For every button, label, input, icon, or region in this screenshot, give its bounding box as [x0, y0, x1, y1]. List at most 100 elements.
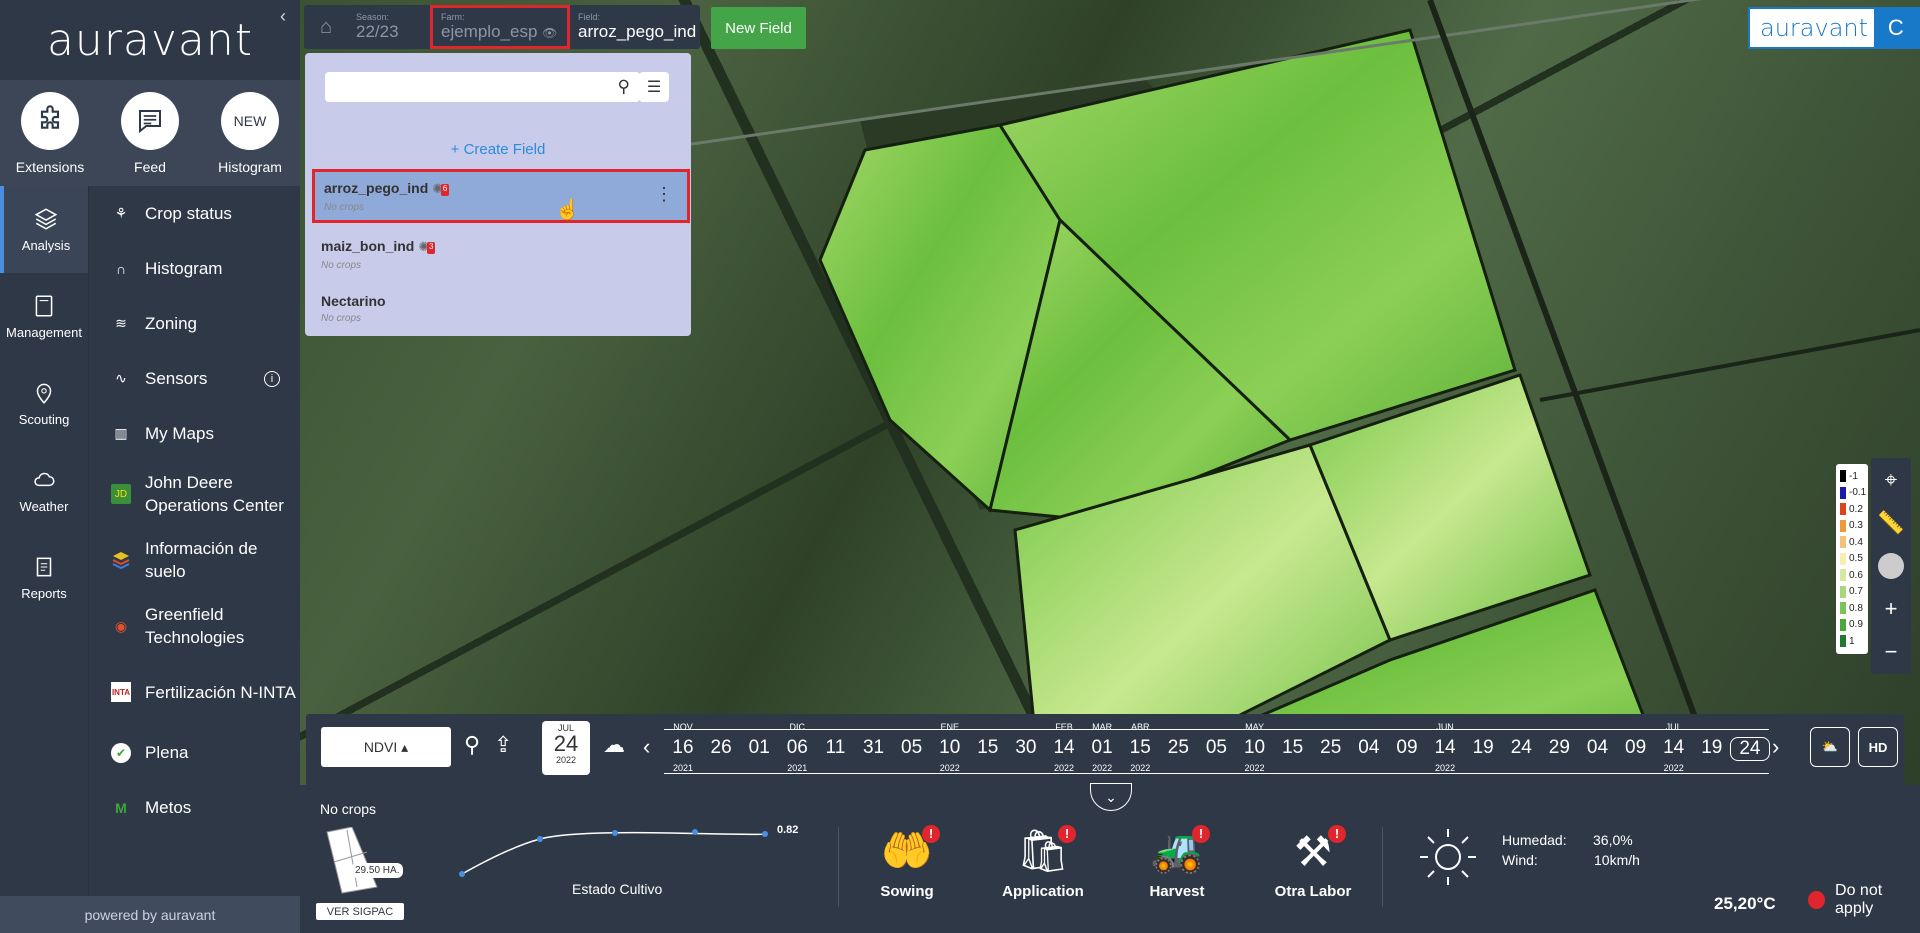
timeline-date[interactable]: ENE 10 2022: [935, 722, 965, 773]
extensions-button[interactable]: Extensions: [5, 92, 95, 175]
location-pin-icon[interactable]: ⌖: [1871, 458, 1911, 501]
menu-fertilizacion[interactable]: INTA Fertilización N-INTA: [89, 659, 300, 725]
brand-corner[interactable]: auravant C: [1748, 7, 1920, 49]
current-date[interactable]: JUL 24 2022: [542, 721, 590, 775]
timeline-date[interactable]: 15: [973, 722, 1003, 763]
timeline-date[interactable]: MAY 10 2022: [1240, 722, 1270, 773]
category-reports[interactable]: Reports: [0, 534, 88, 621]
search-icon[interactable]: ⚲: [464, 732, 480, 758]
category-weather[interactable]: Weather: [0, 447, 88, 534]
field-selector[interactable]: Field: arroz_pego_ind: [570, 5, 700, 49]
timeline-date[interactable]: FEB 14 2022: [1049, 722, 1079, 773]
zoom-in-icon[interactable]: +: [1871, 587, 1911, 630]
field-row-nectarino[interactable]: Nectarino No crops: [305, 283, 691, 337]
compare-icon[interactable]: [1871, 544, 1911, 587]
ruler-icon[interactable]: 📏: [1871, 501, 1911, 544]
zoom-out-icon[interactable]: −: [1871, 630, 1911, 673]
timeline-date[interactable]: 05: [897, 722, 927, 763]
timeline-next-icon[interactable]: ›: [1772, 734, 1779, 760]
eye-icon[interactable]: 👁: [542, 26, 557, 40]
field-row-arroz[interactable]: arroz_pego_ind ✺6 No crops ⋮: [312, 169, 690, 223]
timeline-date[interactable]: NOV 16 2021: [668, 722, 698, 773]
ver-sigpac-button[interactable]: VER SIGPAC: [316, 903, 404, 920]
timeline-date[interactable]: 05: [1201, 722, 1231, 763]
legend-swatch: [1840, 486, 1846, 499]
timeline-date[interactable]: 24: [1506, 722, 1536, 763]
timeline-date[interactable]: 19: [1468, 722, 1498, 763]
legend-swatch: [1840, 635, 1846, 648]
timeline-date[interactable]: 04: [1582, 722, 1612, 763]
category-analysis[interactable]: Analysis: [0, 186, 88, 273]
timeline-date[interactable]: MAR 01 2022: [1087, 722, 1117, 773]
search-icon[interactable]: ⚲: [618, 77, 630, 97]
kebab-menu-icon[interactable]: ⋮: [655, 184, 673, 205]
home-icon[interactable]: ⌂: [304, 5, 348, 49]
farm-selector[interactable]: Farm: ejemplo_esp 👁: [430, 5, 570, 49]
feed-button[interactable]: Feed: [105, 92, 195, 175]
greenfield-icon: ◉: [114, 617, 128, 634]
menu-my-maps[interactable]: ▥ My Maps: [89, 406, 300, 461]
menu-metos[interactable]: M Metos: [89, 780, 300, 835]
timeline-date[interactable]: 15: [1278, 722, 1308, 763]
menu-soil-info[interactable]: Información de suelo: [89, 527, 300, 593]
field-search-input[interactable]: ⚲: [325, 72, 640, 102]
menu-zoning[interactable]: ≋ Zoning: [89, 296, 300, 351]
menu-histogram[interactable]: ∩ Histogram: [89, 241, 300, 296]
menu-crop-status[interactable]: ⚘ Crop status: [89, 186, 300, 241]
collapse-sidebar-icon[interactable]: ‹: [280, 6, 286, 27]
timeline-date[interactable]: 09: [1392, 722, 1422, 763]
apply-status: Do not apply: [1808, 882, 1920, 918]
category-management[interactable]: Management: [0, 273, 88, 360]
info-icon[interactable]: i: [264, 370, 280, 387]
cloud-off-icon[interactable]: ⛅: [1810, 727, 1850, 767]
timeline-date[interactable]: 25: [1316, 722, 1346, 763]
inta-icon: INTA: [111, 682, 131, 702]
field-shape-icon: [326, 827, 378, 894]
alert-icon: !: [922, 825, 940, 843]
timeline-date[interactable]: 31: [859, 722, 889, 763]
book-icon: [35, 295, 53, 317]
timeline-date[interactable]: 19: [1697, 722, 1727, 763]
timeline-prev-icon[interactable]: ‹: [643, 734, 650, 760]
feed-icon: [121, 92, 179, 150]
hd-button[interactable]: HD: [1858, 727, 1898, 767]
menu-plena[interactable]: ✔ Plena: [89, 725, 300, 780]
index-selector[interactable]: NDVI ▴: [321, 727, 451, 767]
timeline-date[interactable]: ABR 15 2022: [1125, 722, 1155, 773]
timeline-date[interactable]: 04: [1354, 722, 1384, 763]
otra-labor-button[interactable]: ⚒! Otra Labor: [1258, 825, 1368, 900]
sidebar: auravant ‹ Extensions Feed NEW Histogram…: [0, 0, 300, 933]
season-selector[interactable]: Season: 22/23: [348, 5, 430, 49]
menu-john-deere[interactable]: JD John Deere Operations Center: [89, 461, 300, 527]
legend-item: 1: [1836, 633, 1868, 650]
histogram-top-button[interactable]: NEW Histogram: [205, 92, 295, 175]
field-row-maiz[interactable]: maiz_bon_ind ✺3 No crops: [305, 228, 691, 282]
timeline-date[interactable]: 09: [1621, 722, 1651, 763]
new-field-button[interactable]: New Field: [711, 7, 806, 49]
category-scouting[interactable]: Scouting: [0, 360, 88, 447]
timeline-date[interactable]: JUN 14 2022: [1430, 722, 1460, 773]
menu-greenfield[interactable]: ◉ Greenfield Technologies: [89, 593, 300, 659]
timeline-date[interactable]: 11: [820, 722, 850, 763]
cloud-filter-icon[interactable]: ☁: [603, 732, 625, 758]
list-view-icon[interactable]: ☰: [639, 72, 669, 102]
timeline-date[interactable]: 29: [1544, 722, 1574, 763]
timeline-date[interactable]: 01: [744, 722, 774, 763]
alert-icon: !: [1192, 825, 1210, 843]
hand-cursor-icon: ☝: [555, 199, 580, 221]
application-button[interactable]: 🛍! Application: [988, 825, 1098, 900]
timeline-date[interactable]: 26: [706, 722, 736, 763]
timeline-date[interactable]: 24: [1729, 722, 1770, 763]
harvest-button[interactable]: 🚜! Harvest: [1122, 825, 1232, 900]
timeline-date[interactable]: 25: [1163, 722, 1193, 763]
timeline-date[interactable]: 30: [1011, 722, 1041, 763]
menu-sensors[interactable]: ∿ Sensors i: [89, 351, 300, 406]
legend-item: 0.8: [1836, 600, 1868, 617]
layers-icon: [34, 208, 58, 230]
sowing-button[interactable]: 🤲! Sowing: [852, 825, 962, 900]
timeline-date[interactable]: JUL 14 2022: [1659, 722, 1689, 773]
auravant-logo: auravant: [46, 14, 254, 66]
upload-icon[interactable]: ⇪: [494, 732, 512, 758]
timeline-date[interactable]: DIC 06 2021: [782, 722, 812, 773]
create-field-link[interactable]: + Create Field: [305, 141, 691, 158]
